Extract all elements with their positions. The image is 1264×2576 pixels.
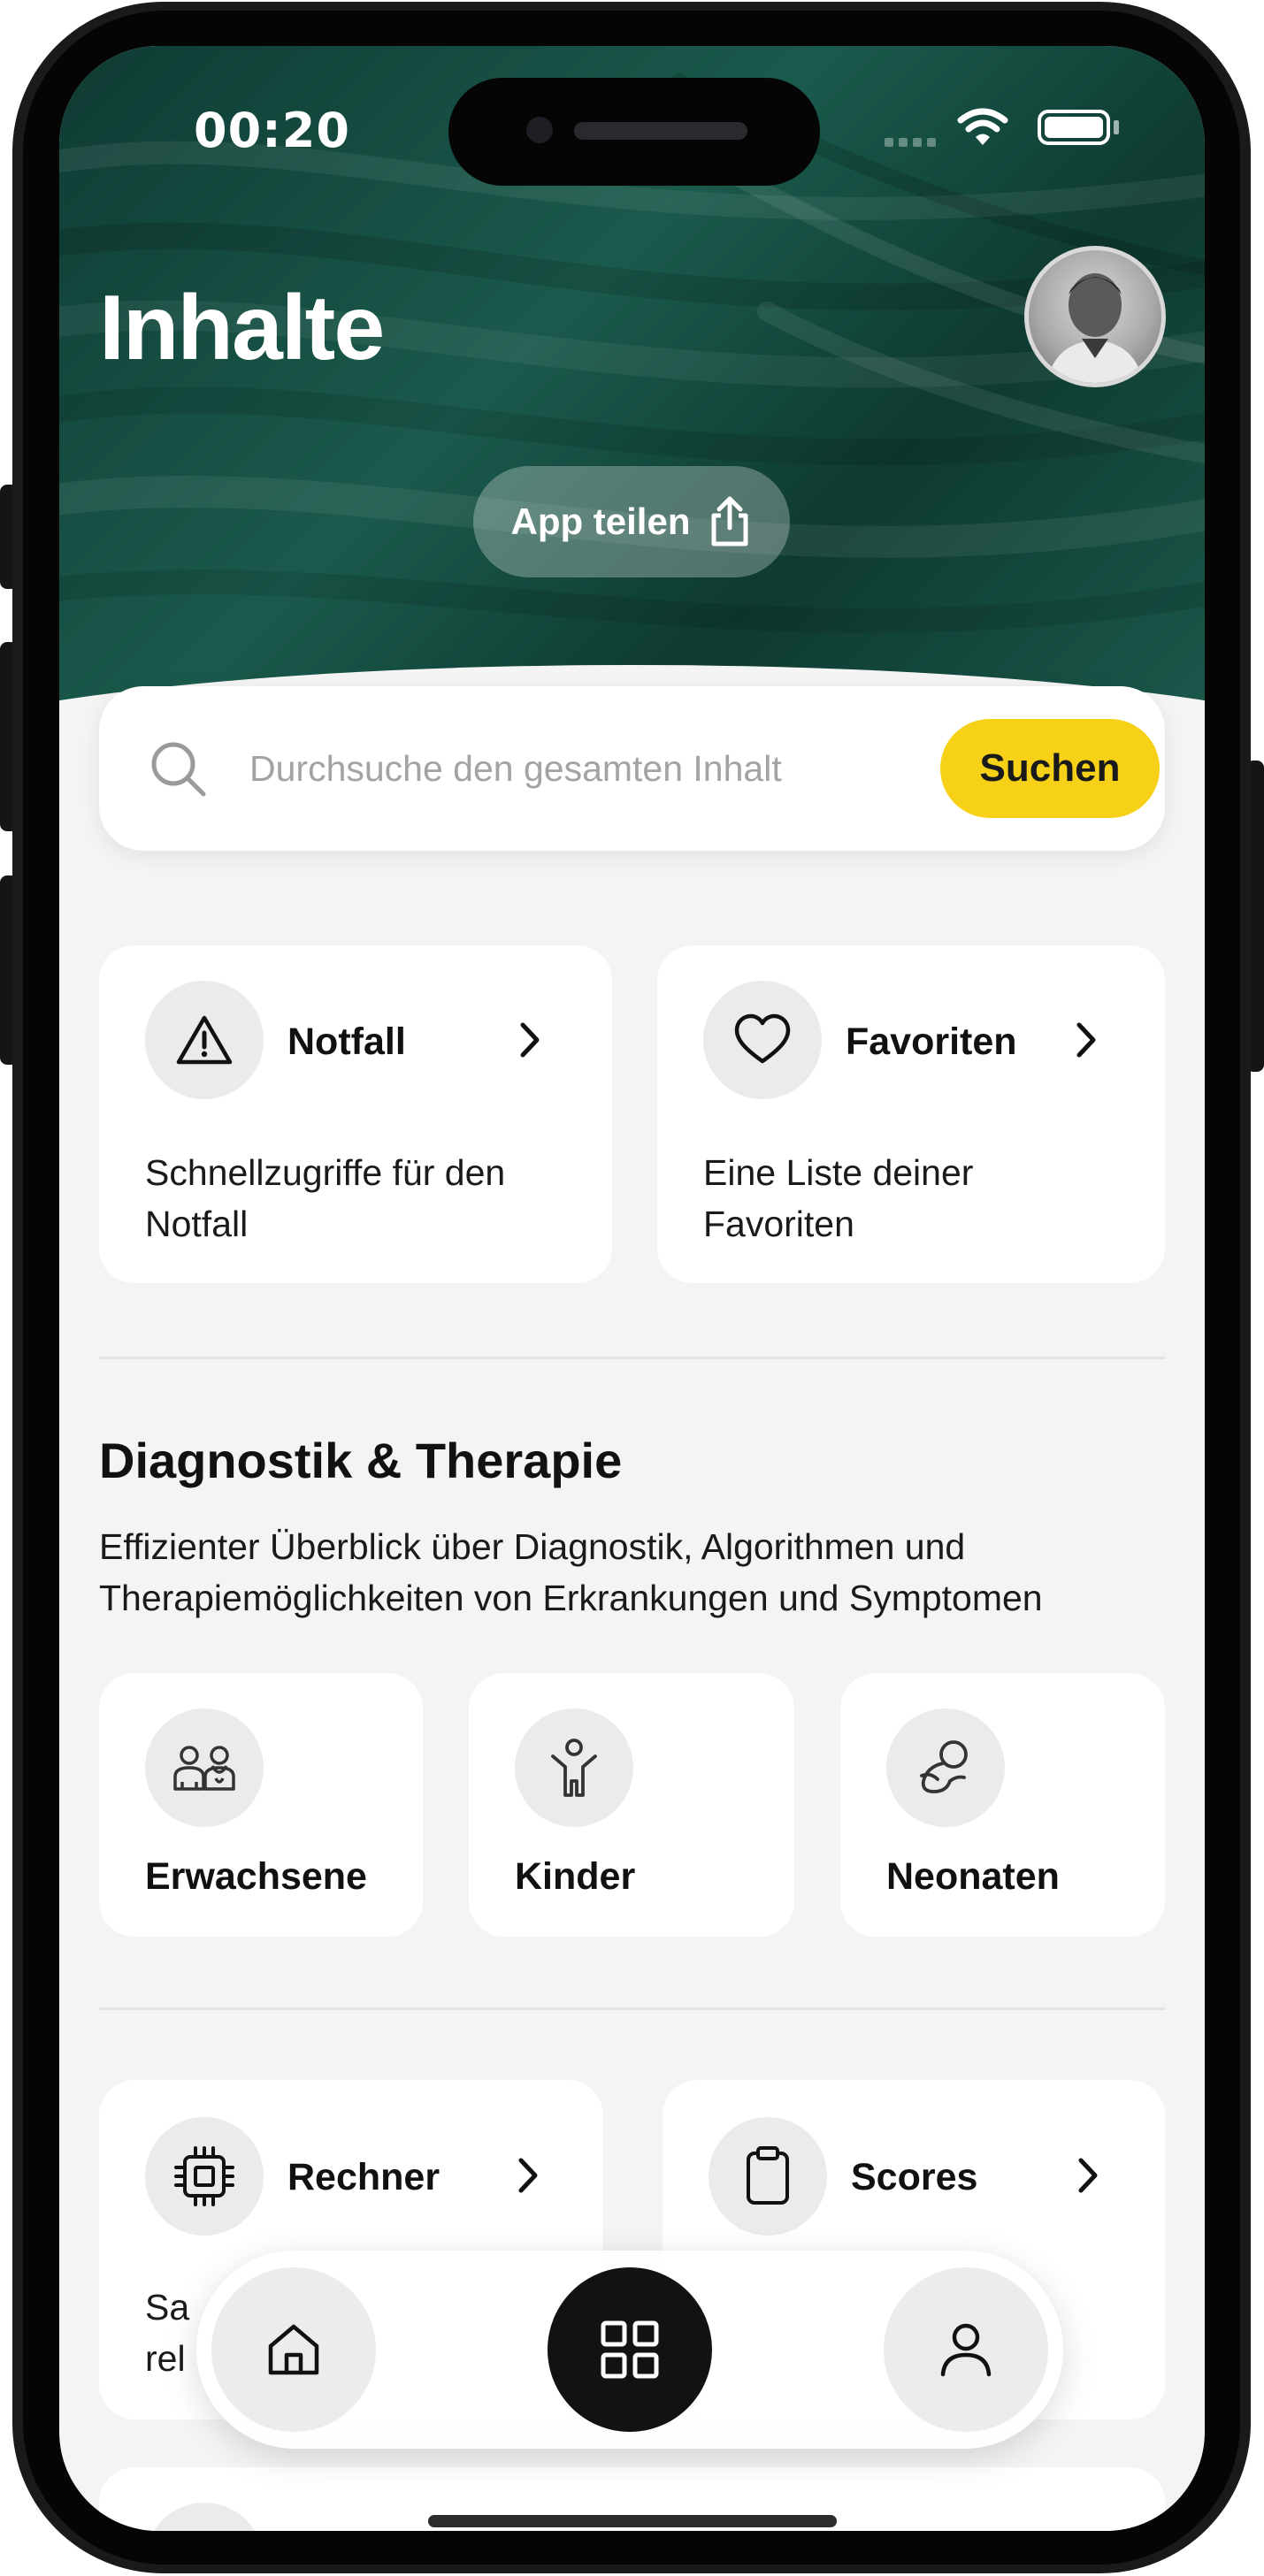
app-screen: 00:20 Inhalte App teilen Durchsuche den …	[59, 46, 1205, 2531]
category-label-adults: Erwachsene	[145, 1855, 367, 1898]
battery-tip	[1114, 120, 1119, 134]
category-label-neonates: Neonaten	[886, 1855, 1060, 1898]
neonates-icon-circle	[886, 1708, 1005, 1827]
favorites-card[interactable]: Favoriten Eine Liste deiner Favoriten	[657, 945, 1165, 1283]
calculator-icon-circle	[145, 2117, 264, 2236]
nav-profile-button[interactable]	[884, 2267, 1048, 2432]
section-divider	[99, 1357, 1165, 1359]
scores-title: Scores	[851, 2156, 978, 2198]
home-indicator[interactable]	[428, 2515, 837, 2527]
grid-icon	[601, 2320, 659, 2379]
nav-home-button[interactable]	[211, 2267, 376, 2432]
status-time: 00:20	[194, 103, 350, 158]
favorites-icon-circle	[703, 981, 822, 1099]
calculator-description: Sa	[145, 2287, 190, 2328]
dynamic-island	[448, 78, 820, 186]
section-title: Diagnostik & Therapie	[99, 1433, 623, 1488]
calculator-description-line2: rel	[145, 2338, 186, 2379]
adults-icon	[173, 1746, 235, 1791]
neonate-icon	[920, 1740, 968, 1793]
next-card-icon-circle	[145, 2503, 264, 2531]
favorites-description: Eine Liste deiner Favoriten	[703, 1152, 974, 1244]
chevron-right-icon	[520, 1022, 540, 1058]
nav-contents-button[interactable]	[548, 2267, 712, 2432]
section-divider	[99, 2007, 1165, 2010]
category-label-children: Kinder	[515, 1855, 636, 1898]
share-app-label: App teilen	[510, 501, 691, 542]
speaker-grill	[574, 122, 747, 140]
category-card-children[interactable]: Kinder	[469, 1673, 794, 1937]
avatar-portrait-icon	[1046, 273, 1144, 383]
category-card-adults[interactable]: Erwachsene	[99, 1673, 423, 1937]
adults-icon-circle	[145, 1708, 264, 1827]
search-bar: Suchen	[99, 686, 1165, 851]
wifi-icon	[957, 108, 1008, 145]
category-card-neonates[interactable]: Neonaten	[840, 1673, 1165, 1937]
favorites-title: Favoriten	[846, 1020, 1017, 1063]
search-icon	[151, 742, 206, 797]
chevron-right-icon	[518, 2158, 538, 2193]
search-input[interactable]	[249, 729, 869, 808]
scores-icon-circle	[709, 2117, 827, 2236]
search-button[interactable]: Suchen	[940, 719, 1160, 818]
home-icon	[268, 2324, 319, 2375]
signal-icon	[885, 138, 936, 147]
warning-triangle-icon	[176, 1015, 233, 1065]
chevron-right-icon	[1078, 2158, 1098, 2193]
section-description: Effizienter Überblick über Diagnostik, A…	[99, 1526, 1043, 1618]
user-icon	[940, 2323, 992, 2377]
clipboard-icon	[747, 2146, 789, 2205]
chip-icon	[174, 2146, 234, 2206]
emergency-description: Schnellzugriffe für den Notfall	[145, 1152, 506, 1244]
bottom-navigation	[196, 2251, 1063, 2449]
share-icon	[711, 496, 747, 547]
emergency-card[interactable]: Notfall Schnellzugriffe für den Notfall	[99, 945, 612, 1283]
calculator-title: Rechner	[287, 2156, 440, 2198]
children-icon-circle	[515, 1708, 633, 1827]
page-title: Inhalte	[99, 277, 385, 379]
front-camera	[526, 117, 553, 143]
share-app-button[interactable]: App teilen	[473, 466, 790, 577]
avatar[interactable]	[1024, 246, 1166, 387]
chevron-right-icon	[1076, 1022, 1096, 1058]
child-icon	[551, 1739, 597, 1797]
battery-icon	[1038, 110, 1110, 145]
emergency-icon-circle	[145, 981, 264, 1099]
emergency-title: Notfall	[287, 1020, 406, 1063]
heart-icon	[734, 1013, 791, 1064]
